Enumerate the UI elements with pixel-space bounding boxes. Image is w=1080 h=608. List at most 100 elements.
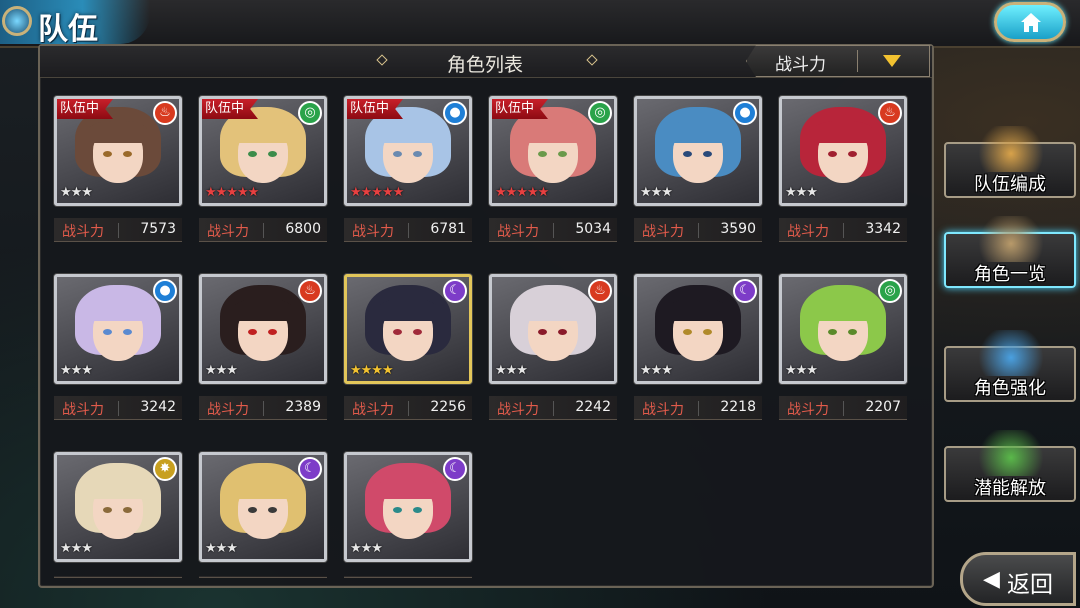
power-row: 战斗力 2207 xyxy=(779,396,907,420)
flame-icon: ♨ xyxy=(878,101,902,125)
star-rating: ★★★ xyxy=(350,541,383,556)
side-menu-button[interactable]: 角色强化 xyxy=(944,330,1076,402)
power-value: 2242 xyxy=(575,399,611,415)
star-rating: ★★★ xyxy=(60,541,93,556)
in-team-badge: 队伍中 xyxy=(202,99,259,119)
side-menu-button[interactable]: 队伍编成 xyxy=(944,126,1076,198)
side-menu-label: 潜能解放 xyxy=(974,478,1046,499)
power-value: 3590 xyxy=(720,221,756,237)
star-rating: ★★★★ xyxy=(350,363,394,378)
star-rating: ★★★ xyxy=(640,185,673,200)
character-card[interactable]: ◎ 队伍中 ★★★★★ xyxy=(489,96,617,206)
drop-icon: ● xyxy=(153,279,177,303)
power-row: 战斗力 3242 xyxy=(54,396,182,420)
power-label: 战斗力 xyxy=(207,402,249,418)
character-card[interactable]: ◎ ★★★ xyxy=(779,274,907,384)
star-rating: ★★★ xyxy=(785,185,818,200)
power-label: 战斗力 xyxy=(207,224,249,240)
page-title: 队伍 xyxy=(38,12,98,47)
power-row xyxy=(199,576,327,578)
potential-orb-icon xyxy=(974,430,1048,476)
power-value: 2256 xyxy=(430,399,466,415)
star-rating: ★★★ xyxy=(205,363,238,378)
swirl-icon: ◎ xyxy=(588,101,612,125)
game-screen: 队伍 角色列表 战斗力 ♨ 队伍中 ★★★ 战斗力 7573 ◎ 队伍中 ★★★★★ 战斗力 68… xyxy=(0,0,1080,608)
character-card[interactable]: ✸ ★★★ xyxy=(54,452,182,562)
character-card[interactable]: ☾ ★★★★ xyxy=(344,274,472,384)
power-row: 战斗力 2218 xyxy=(634,396,762,420)
in-team-badge: 队伍中 xyxy=(57,99,114,119)
character-card[interactable]: ● 队伍中 ★★★★★ xyxy=(344,96,472,206)
character-list-panel: 角色列表 战斗力 ♨ 队伍中 ★★★ 战斗力 7573 ◎ 队伍中 ★★★★★ 战斗力 6800 ●… xyxy=(38,44,934,588)
character-card[interactable]: ♨ ★★★ xyxy=(199,274,327,384)
star-rating: ★★★★★ xyxy=(495,185,549,200)
power-label: 战斗力 xyxy=(497,402,539,418)
diamond-ornament-icon xyxy=(586,54,598,66)
character-card[interactable]: ◎ 队伍中 ★★★★★ xyxy=(199,96,327,206)
character-card[interactable]: ☾ ★★★ xyxy=(344,452,472,562)
swirl-icon: ◎ xyxy=(878,279,902,303)
power-label: 战斗力 xyxy=(497,224,539,240)
party-members-icon xyxy=(974,126,1048,172)
divider xyxy=(263,401,264,416)
top-bar: 队伍 xyxy=(0,0,1080,48)
in-team-badge: 队伍中 xyxy=(347,99,404,119)
power-row: 战斗力 2242 xyxy=(489,396,617,420)
side-menu-button[interactable]: 潜能解放 xyxy=(944,430,1076,502)
divider xyxy=(857,50,858,72)
power-row xyxy=(344,576,472,578)
divider xyxy=(263,223,264,238)
power-value: 3242 xyxy=(140,399,176,415)
divider xyxy=(408,223,409,238)
star-rating: ★★★ xyxy=(785,363,818,378)
power-label: 战斗力 xyxy=(62,224,104,240)
side-menu-button[interactable]: 角色一览 xyxy=(944,216,1076,288)
power-value: 2389 xyxy=(285,399,321,415)
sort-label: 战斗力 xyxy=(775,55,826,75)
drop-icon: ● xyxy=(443,101,467,125)
star-rating: ★★★ xyxy=(640,363,673,378)
power-value: 2218 xyxy=(720,399,756,415)
power-row: 战斗力 3342 xyxy=(779,218,907,242)
power-row xyxy=(54,576,182,578)
divider xyxy=(553,223,554,238)
title-ornament-icon xyxy=(2,6,32,36)
power-row: 战斗力 5034 xyxy=(489,218,617,242)
power-row: 战斗力 6800 xyxy=(199,218,327,242)
power-row: 战斗力 2389 xyxy=(199,396,327,420)
power-label: 战斗力 xyxy=(787,402,829,418)
arrow-left-icon: ◀ xyxy=(983,567,1000,592)
power-row: 战斗力 6781 xyxy=(344,218,472,242)
star-rating: ★★★ xyxy=(60,185,93,200)
power-label: 战斗力 xyxy=(352,402,394,418)
panel-header: 角色列表 战斗力 xyxy=(40,45,932,78)
enhance-crystal-icon xyxy=(974,330,1048,376)
back-button[interactable]: ◀ 返回 xyxy=(960,552,1076,606)
side-menu-label: 角色一览 xyxy=(974,264,1046,285)
character-card[interactable]: ♨ ★★★ xyxy=(779,96,907,206)
power-label: 战斗力 xyxy=(352,224,394,240)
power-label: 战斗力 xyxy=(642,402,684,418)
power-value: 3342 xyxy=(865,221,901,237)
character-card[interactable]: ● ★★★ xyxy=(634,96,762,206)
triangle-down-icon xyxy=(883,55,901,67)
character-card[interactable]: ♨ 队伍中 ★★★ xyxy=(54,96,182,206)
home-button[interactable] xyxy=(994,2,1066,42)
star-rating: ★★★ xyxy=(495,363,528,378)
divider xyxy=(843,401,844,416)
divider xyxy=(118,223,119,238)
divider xyxy=(698,401,699,416)
character-card[interactable]: ● ★★★ xyxy=(54,274,182,384)
drop-icon: ● xyxy=(733,101,757,125)
power-value: 2207 xyxy=(865,399,901,415)
flame-icon: ♨ xyxy=(153,101,177,125)
power-value: 6781 xyxy=(430,221,466,237)
character-card[interactable]: ☾ ★★★ xyxy=(634,274,762,384)
divider xyxy=(553,401,554,416)
character-card[interactable]: ♨ ★★★ xyxy=(489,274,617,384)
sort-dropdown[interactable]: 战斗力 xyxy=(746,45,930,77)
flame-icon: ♨ xyxy=(588,279,612,303)
power-row: 战斗力 2256 xyxy=(344,396,472,420)
power-value: 7573 xyxy=(140,221,176,237)
character-card[interactable]: ☾ ★★★ xyxy=(199,452,327,562)
